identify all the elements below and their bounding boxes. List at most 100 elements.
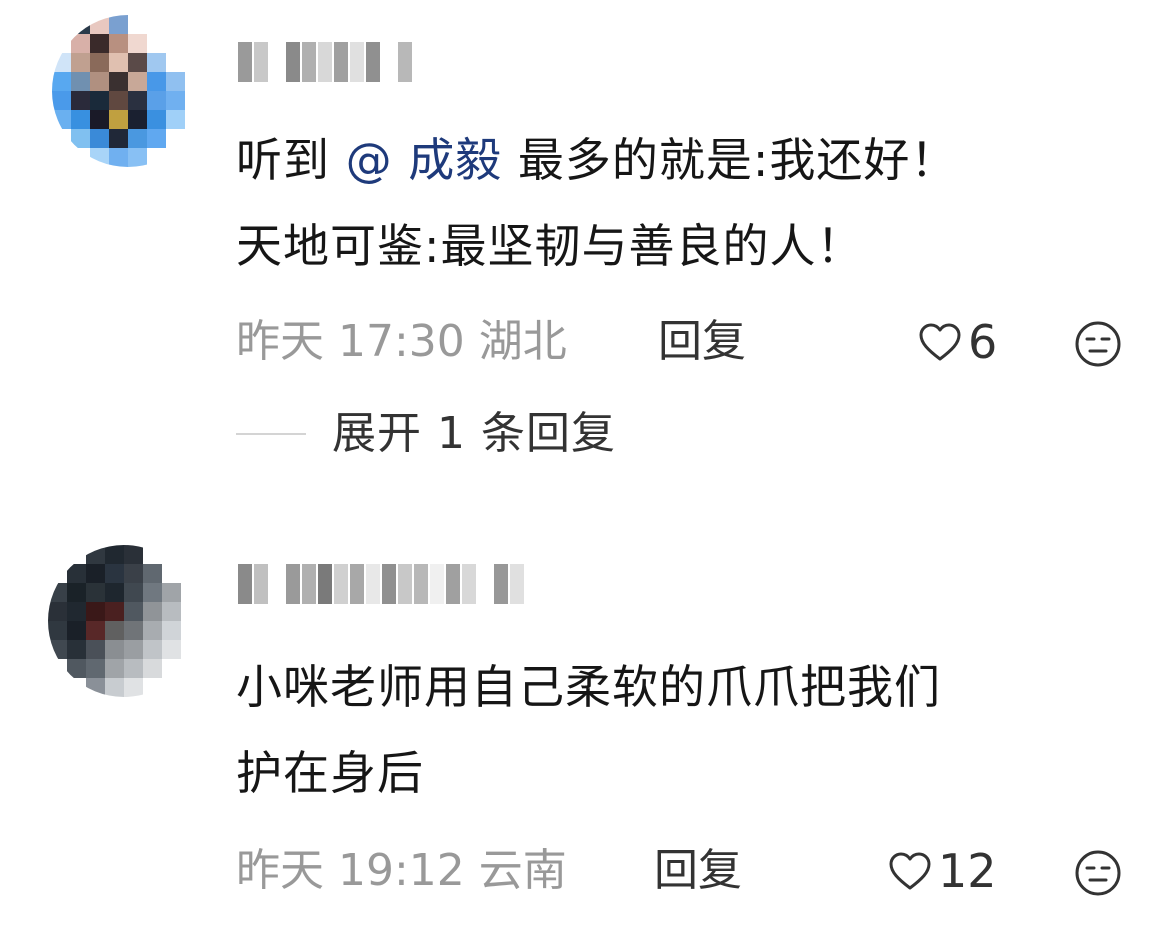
- reply-button[interactable]: 回复: [654, 841, 742, 901]
- comment-text-line-1: 小咪老师用自己柔软的爪爪把我们: [236, 660, 941, 714]
- mosaic-cell: [162, 545, 181, 564]
- mosaic-cell: [52, 91, 71, 110]
- mosaic-cell: [52, 129, 71, 148]
- username-pixel-block: [398, 42, 412, 82]
- mosaic-cell: [147, 15, 166, 34]
- mention-link[interactable]: @ 成毅: [346, 133, 503, 187]
- mosaic-cell: [67, 621, 86, 640]
- mosaic-cell: [109, 34, 128, 53]
- username-pixelated[interactable]: [238, 36, 412, 88]
- mosaic-cell: [90, 91, 109, 110]
- mosaic-cell: [71, 34, 90, 53]
- mosaic-cell: [147, 53, 166, 72]
- dislike-face-icon[interactable]: [1074, 320, 1122, 368]
- mosaic-cell: [105, 583, 124, 602]
- expand-divider-line: [236, 433, 306, 435]
- mosaic-cell: [67, 583, 86, 602]
- mosaic-cell: [71, 72, 90, 91]
- mosaic-cell: [52, 148, 71, 167]
- mosaic-cell: [147, 34, 166, 53]
- mosaic-cell: [71, 110, 90, 129]
- username-pixel-block: [302, 564, 316, 604]
- username-pixel-block: [254, 564, 268, 604]
- mosaic-cell: [162, 583, 181, 602]
- mosaic-cell: [105, 659, 124, 678]
- mosaic-cell: [166, 34, 185, 53]
- mosaic-cell: [105, 602, 124, 621]
- like-button[interactable]: 6: [918, 312, 997, 372]
- mosaic-cell: [109, 110, 128, 129]
- mosaic-cell: [147, 129, 166, 148]
- mosaic-cell: [86, 602, 105, 621]
- mosaic-cell: [86, 640, 105, 659]
- mosaic-cell: [67, 564, 86, 583]
- mosaic-cell: [52, 72, 71, 91]
- mosaic-cell: [52, 53, 71, 72]
- mosaic-cell: [67, 602, 86, 621]
- username-pixel-block: [414, 564, 428, 604]
- username-pixel-block: [350, 564, 364, 604]
- mosaic-cell: [143, 678, 162, 697]
- mosaic-cell: [90, 110, 109, 129]
- username-pixel-block: [398, 564, 412, 604]
- mosaic-cell: [124, 659, 143, 678]
- username-pixelated[interactable]: [238, 558, 524, 610]
- mosaic-cell: [185, 72, 204, 91]
- heart-icon: [919, 323, 961, 361]
- username-pixel-block: [334, 42, 348, 82]
- username-pixel-block: [318, 42, 332, 82]
- username-pixel-block: [446, 564, 460, 604]
- mosaic-cell: [185, 129, 204, 148]
- like-button[interactable]: 12: [888, 841, 997, 901]
- username-pixel-block: [462, 564, 476, 604]
- like-count: 6: [968, 315, 998, 369]
- mosaic-cell: [90, 34, 109, 53]
- username-pixel-block: [270, 564, 284, 604]
- expand-replies-button[interactable]: 展开 1 条回复: [236, 404, 616, 464]
- mosaic-cell: [86, 678, 105, 697]
- comment-item: 小咪老师用自己柔软的爪爪把我们 护在身后 昨天 19:12 云南 回复 12: [0, 530, 1169, 934]
- avatar[interactable]: [52, 15, 204, 167]
- reply-button[interactable]: 回复: [658, 312, 746, 372]
- mosaic-cell: [109, 53, 128, 72]
- mosaic-cell: [48, 659, 67, 678]
- mosaic-cell: [147, 110, 166, 129]
- mosaic-cell: [67, 678, 86, 697]
- comment-meta: 昨天 17:30 湖北 回复 6: [236, 312, 1126, 372]
- dislike-face-icon[interactable]: [1074, 849, 1122, 897]
- mosaic-cell: [143, 564, 162, 583]
- mosaic-cell: [185, 110, 204, 129]
- mosaic-cell: [128, 129, 147, 148]
- mosaic-cell: [128, 110, 147, 129]
- mosaic-cell: [181, 640, 200, 659]
- comment-meta: 昨天 19:12 云南 回复 12: [236, 841, 1126, 901]
- mosaic-cell: [124, 564, 143, 583]
- mosaic-cell: [185, 148, 204, 167]
- mosaic-cell: [48, 564, 67, 583]
- mosaic-cell: [124, 545, 143, 564]
- mosaic-cell: [181, 678, 200, 697]
- comment-text: 小咪老师用自己柔软的爪爪把我们 护在身后: [236, 644, 1116, 816]
- comment-text-line-2: 天地可鉴:最坚韧与善良的人！: [236, 219, 864, 273]
- avatar[interactable]: [48, 545, 200, 697]
- mosaic-cell: [128, 148, 147, 167]
- mosaic-cell: [128, 15, 147, 34]
- mosaic-cell: [124, 583, 143, 602]
- username-pixel-block: [382, 564, 396, 604]
- comment-text-post: 最多的就是:我还好！: [502, 133, 958, 187]
- mosaic-cell: [90, 15, 109, 34]
- mosaic-cell: [162, 678, 181, 697]
- username-pixel-block: [494, 564, 508, 604]
- mosaic-cell: [181, 602, 200, 621]
- mosaic-cell: [48, 640, 67, 659]
- username-pixel-block: [382, 42, 396, 82]
- mosaic-cell: [109, 129, 128, 148]
- mosaic-cell: [143, 583, 162, 602]
- username-pixel-block: [510, 564, 524, 604]
- mosaic-cell: [181, 583, 200, 602]
- mosaic-cell: [181, 659, 200, 678]
- mosaic-cell: [147, 148, 166, 167]
- mosaic-cell: [105, 621, 124, 640]
- mosaic-cell: [128, 53, 147, 72]
- avatar-mosaic-image: [48, 545, 200, 697]
